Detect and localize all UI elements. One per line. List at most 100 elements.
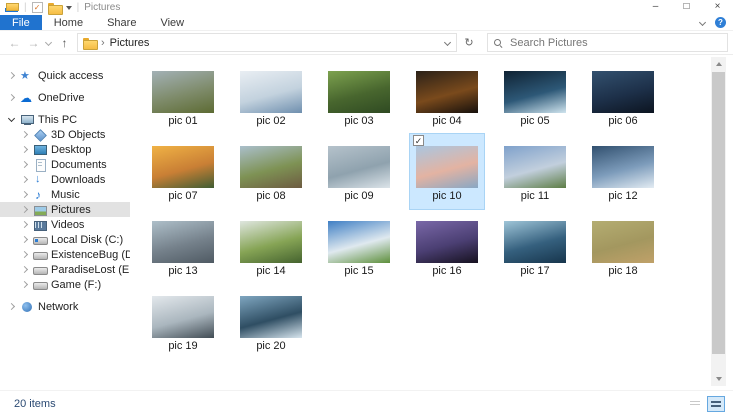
file-item[interactable]: pic 19 — [146, 284, 220, 359]
disk-icon — [33, 234, 47, 246]
selected-checkbox-icon[interactable]: ✓ — [413, 135, 424, 146]
file-item[interactable]: pic 20 — [234, 284, 308, 359]
file-item[interactable]: pic 16 — [410, 209, 484, 284]
file-item[interactable]: pic 15 — [322, 209, 396, 284]
qat-dropdown-icon[interactable] — [66, 6, 72, 10]
chevron-right-icon[interactable] — [20, 265, 31, 275]
sidebar-item-downloads[interactable]: Downloads — [0, 172, 130, 187]
file-label: pic 09 — [322, 190, 396, 202]
sidebar-item-local-disk-c[interactable]: Local Disk (C:) — [0, 232, 130, 247]
file-item[interactable]: pic 08 — [234, 134, 308, 209]
chevron-down-icon[interactable] — [7, 115, 18, 125]
tab-view[interactable]: View — [148, 15, 196, 30]
chevron-right-icon[interactable] — [20, 145, 31, 155]
titlebar-separator: | — [24, 3, 27, 13]
forward-icon[interactable]: → — [24, 36, 43, 50]
file-item[interactable]: ✓pic 10 — [410, 134, 484, 209]
chevron-right-icon[interactable] — [20, 235, 31, 245]
scroll-up-icon[interactable] — [711, 57, 726, 71]
help-icon[interactable]: ? — [715, 17, 726, 28]
new-folder-icon[interactable] — [48, 3, 61, 13]
file-item[interactable]: pic 01 — [146, 59, 220, 134]
sidebar-item-paradiselost-e[interactable]: ParadiseLost (E:) — [0, 262, 130, 277]
breadcrumb[interactable]: Pictures — [110, 37, 150, 49]
maximize-icon[interactable]: □ — [671, 0, 702, 15]
sidebar-item-quick-access[interactable]: Quick access — [0, 68, 130, 83]
chevron-right-icon[interactable] — [20, 130, 31, 140]
file-label: pic 20 — [234, 340, 308, 352]
sidebar-item-music[interactable]: Music — [0, 187, 130, 202]
sidebar-item-documents[interactable]: Documents — [0, 157, 130, 172]
ribbon-right-controls: ? — [700, 17, 726, 28]
recent-locations-chevron-icon[interactable] — [43, 40, 55, 46]
chevron-right-icon[interactable] — [7, 71, 18, 81]
file-item[interactable]: pic 07 — [146, 134, 220, 209]
sidebar-item-3d-objects[interactable]: 3D Objects — [0, 127, 130, 142]
file-item[interactable]: pic 17 — [498, 209, 572, 284]
minimize-icon[interactable]: – — [640, 0, 671, 15]
back-icon[interactable]: ← — [5, 36, 24, 50]
file-item[interactable]: pic 05 — [498, 59, 572, 134]
sidebar-item-this-pc[interactable]: This PC — [0, 112, 130, 127]
close-icon[interactable]: × — [702, 0, 733, 15]
file-item[interactable]: pic 02 — [234, 59, 308, 134]
downloads-icon — [33, 174, 47, 186]
pictures-icon — [33, 204, 47, 216]
sidebar-item-label: Videos — [51, 219, 84, 231]
sidebar-item-network[interactable]: Network — [0, 299, 130, 314]
thumbnail-view-icon[interactable] — [707, 396, 725, 412]
search-input[interactable] — [508, 36, 721, 50]
properties-icon[interactable]: ✓ — [32, 2, 43, 13]
sidebar-item-game-f[interactable]: Game (F:) — [0, 277, 130, 292]
up-icon[interactable]: ↑ — [55, 36, 74, 50]
disk-icon — [33, 249, 47, 261]
file-thumbnail — [592, 71, 654, 113]
file-item[interactable]: pic 04 — [410, 59, 484, 134]
file-label: pic 05 — [498, 115, 572, 127]
chevron-right-icon[interactable] — [7, 302, 18, 312]
videos-icon — [33, 219, 47, 231]
chevron-right-icon[interactable] — [20, 190, 31, 200]
chevron-right-icon[interactable] — [7, 93, 18, 103]
file-item[interactable]: pic 06 — [586, 59, 660, 134]
tab-file[interactable]: File — [0, 15, 42, 30]
chevron-right-icon[interactable] — [20, 220, 31, 230]
breadcrumb-chevron-icon[interactable]: › — [101, 37, 105, 49]
scrollbar-thumb[interactable] — [712, 72, 725, 354]
main-area: Quick access OneDrive This PC3D ObjectsDes… — [0, 55, 733, 390]
address-box[interactable]: › Pictures — [77, 33, 457, 52]
chevron-right-icon[interactable] — [20, 160, 31, 170]
tab-home[interactable]: Home — [42, 15, 95, 30]
file-explorer-icon[interactable] — [5, 2, 19, 13]
ribbon-tabs: FileHomeShareView — [0, 15, 196, 30]
file-item[interactable]: pic 13 — [146, 209, 220, 284]
sidebar-item-videos[interactable]: Videos — [0, 217, 130, 232]
sidebar-item-onedrive[interactable]: OneDrive — [0, 90, 130, 105]
file-item[interactable]: pic 14 — [234, 209, 308, 284]
file-item[interactable]: pic 03 — [322, 59, 396, 134]
expand-ribbon-chevron-icon[interactable] — [700, 20, 706, 26]
sidebar-item-pictures[interactable]: Pictures — [0, 202, 130, 217]
chevron-right-icon[interactable] — [20, 205, 31, 215]
chevron-right-icon[interactable] — [20, 280, 31, 290]
address-dropdown-chevron-icon[interactable] — [445, 40, 451, 46]
vertical-scrollbar[interactable] — [711, 57, 726, 386]
star-icon — [20, 70, 34, 82]
file-thumbnail — [328, 221, 390, 263]
refresh-icon[interactable]: ↻ — [457, 36, 481, 49]
pc-icon — [20, 114, 34, 126]
details-view-icon[interactable] — [686, 396, 704, 412]
file-item[interactable]: pic 12 — [586, 134, 660, 209]
file-item[interactable]: pic 09 — [322, 134, 396, 209]
chevron-right-icon[interactable] — [20, 175, 31, 185]
status-bar: 20 items — [0, 390, 733, 416]
chevron-right-icon[interactable] — [20, 250, 31, 260]
file-item[interactable]: pic 18 — [586, 209, 660, 284]
sidebar-item-label: OneDrive — [38, 92, 84, 104]
sidebar-item-label: Local Disk (C:) — [51, 234, 123, 246]
sidebar-item-desktop[interactable]: Desktop — [0, 142, 130, 157]
sidebar-item-existencebug-d[interactable]: ExistenceBug (D:) — [0, 247, 130, 262]
scroll-down-icon[interactable] — [711, 372, 726, 386]
file-item[interactable]: pic 11 — [498, 134, 572, 209]
tab-share[interactable]: Share — [95, 15, 148, 30]
